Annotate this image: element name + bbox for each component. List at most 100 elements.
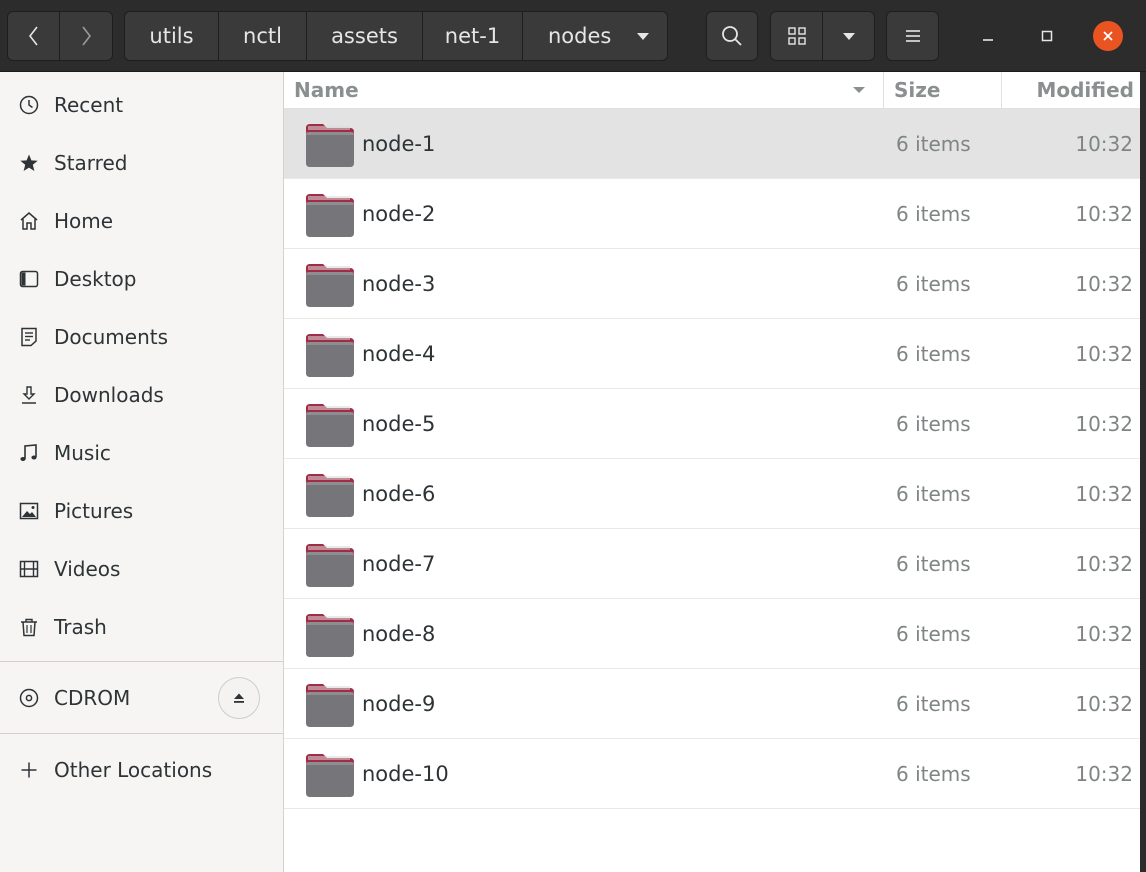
file-size: 6 items — [896, 412, 971, 436]
hamburger-icon — [905, 30, 920, 42]
back-button[interactable] — [7, 11, 60, 61]
table-row[interactable]: node-3 6 items 10:32 — [284, 249, 1140, 319]
file-manager-window: utils nctl assets net-1 nodes Recent Sta… — [0, 0, 1146, 872]
file-size: 6 items — [896, 552, 971, 576]
file-modified: 10:32 — [1075, 272, 1133, 296]
trash-icon — [17, 615, 41, 639]
sidebar-item-label: Other Locations — [54, 758, 213, 782]
column-header-name[interactable]: Name — [284, 72, 883, 109]
column-header-size[interactable]: Size — [884, 72, 1001, 109]
sidebar-item-starred[interactable]: Starred — [0, 134, 283, 192]
folder-icon — [305, 472, 355, 518]
sidebar-separator — [0, 733, 283, 734]
sort-descending-icon — [853, 87, 865, 93]
home-icon — [17, 209, 41, 233]
file-modified: 10:32 — [1075, 412, 1133, 436]
disc-icon — [17, 686, 41, 710]
clock-icon — [17, 93, 41, 117]
breadcrumb-assets[interactable]: assets — [306, 11, 423, 61]
file-modified: 10:32 — [1075, 482, 1133, 506]
file-name: node-10 — [362, 762, 449, 786]
breadcrumb-nctl[interactable]: nctl — [218, 11, 307, 61]
sidebar-item-recent[interactable]: Recent — [0, 76, 283, 134]
search-button[interactable] — [706, 11, 758, 61]
table-row[interactable]: node-4 6 items 10:32 — [284, 319, 1140, 389]
breadcrumb-net-1[interactable]: net-1 — [422, 11, 523, 61]
file-size: 6 items — [896, 342, 971, 366]
file-modified: 10:32 — [1075, 132, 1133, 156]
video-icon — [17, 557, 41, 581]
close-icon — [1093, 21, 1123, 51]
file-name: node-2 — [362, 202, 436, 226]
plus-icon — [17, 758, 41, 782]
maximize-button[interactable] — [1034, 11, 1060, 61]
table-row[interactable]: node-6 6 items 10:32 — [284, 459, 1140, 529]
eject-icon — [234, 693, 244, 703]
table-row[interactable]: node-10 6 items 10:32 — [284, 739, 1140, 809]
file-size: 6 items — [896, 692, 971, 716]
file-size: 6 items — [896, 202, 971, 226]
forward-button[interactable] — [59, 11, 113, 61]
sidebar-item-downloads[interactable]: Downloads — [0, 366, 283, 424]
sidebar-item-label: Recent — [54, 93, 124, 117]
file-name: node-5 — [362, 412, 436, 436]
breadcrumb-label: utils — [149, 24, 194, 48]
folder-icon — [305, 192, 355, 238]
sidebar: Recent Starred Home Desktop Documents Do… — [0, 72, 284, 872]
search-icon — [722, 26, 742, 46]
sidebar-item-trash[interactable]: Trash — [0, 598, 283, 656]
sidebar-item-home[interactable]: Home — [0, 192, 283, 250]
sidebar-item-label: Home — [54, 209, 114, 233]
breadcrumb-label: net-1 — [444, 24, 501, 48]
file-modified: 10:32 — [1075, 762, 1133, 786]
table-row[interactable]: node-1 6 items 10:32 — [284, 109, 1140, 179]
sidebar-item-other-locations[interactable]: Other Locations — [0, 741, 283, 799]
minimize-button[interactable] — [975, 11, 1001, 61]
folder-icon — [305, 402, 355, 448]
column-header-label: Modified — [1036, 78, 1134, 102]
table-row[interactable]: node-2 6 items 10:32 — [284, 179, 1140, 249]
folder-icon — [305, 542, 355, 588]
desktop-icon — [17, 267, 41, 291]
sidebar-separator — [0, 661, 283, 662]
sidebar-item-documents[interactable]: Documents — [0, 308, 283, 366]
sidebar-item-cdrom[interactable]: CDROM — [0, 669, 283, 727]
view-options-button[interactable] — [822, 11, 875, 61]
sidebar-item-pictures[interactable]: Pictures — [0, 482, 283, 540]
table-row[interactable]: node-7 6 items 10:32 — [284, 529, 1140, 599]
window-edge — [1140, 72, 1146, 872]
close-button[interactable] — [1092, 11, 1124, 61]
grid-icon — [787, 27, 806, 45]
table-row[interactable]: node-8 6 items 10:32 — [284, 599, 1140, 669]
folder-icon — [305, 122, 355, 168]
table-row[interactable]: node-9 6 items 10:32 — [284, 669, 1140, 739]
minimize-icon — [983, 39, 993, 41]
menu-button[interactable] — [886, 11, 939, 61]
maximize-icon — [1041, 30, 1053, 42]
breadcrumb-utils[interactable]: utils — [124, 11, 219, 61]
file-name: node-8 — [362, 622, 436, 646]
sidebar-item-label: Music — [54, 441, 111, 465]
star-icon — [17, 151, 41, 175]
column-header-modified[interactable]: Modified — [1002, 72, 1140, 109]
sidebar-item-videos[interactable]: Videos — [0, 540, 283, 598]
folder-icon — [305, 682, 355, 728]
chevron-right-icon — [82, 26, 92, 46]
breadcrumb-nodes[interactable]: nodes — [522, 11, 668, 61]
sidebar-item-desktop[interactable]: Desktop — [0, 250, 283, 308]
view-toggle-button[interactable] — [770, 11, 823, 61]
file-modified: 10:32 — [1075, 552, 1133, 576]
sidebar-item-label: Downloads — [54, 383, 164, 407]
table-row[interactable]: node-5 6 items 10:32 — [284, 389, 1140, 459]
sidebar-item-label: Pictures — [54, 499, 134, 523]
sidebar-item-label: CDROM — [54, 686, 131, 710]
picture-icon — [17, 499, 41, 523]
sidebar-item-music[interactable]: Music — [0, 424, 283, 482]
breadcrumb-label: nctl — [243, 24, 282, 48]
file-size: 6 items — [896, 272, 971, 296]
eject-button[interactable] — [218, 677, 260, 719]
file-modified: 10:32 — [1075, 342, 1133, 366]
file-name: node-6 — [362, 482, 436, 506]
music-icon — [17, 441, 41, 465]
file-name: node-9 — [362, 692, 436, 716]
